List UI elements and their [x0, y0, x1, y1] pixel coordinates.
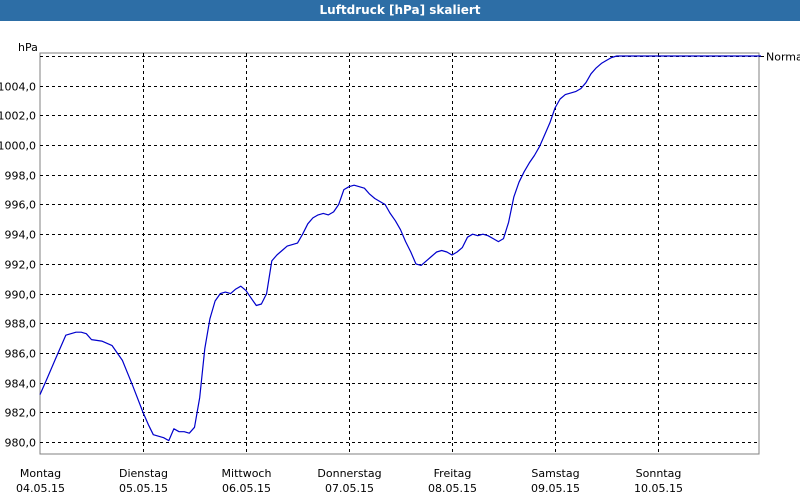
x-tick-day-label: Dienstag [119, 467, 168, 480]
y-tick-label: 986,0 [5, 348, 37, 361]
y-tick-label: 988,0 [5, 318, 37, 331]
y-tick-label: 992,0 [5, 259, 37, 272]
y-tick-label: 994,0 [5, 229, 37, 242]
x-tick-date-label: 04.05.15 [16, 482, 65, 495]
chart-title: Luftdruck [hPa] skaliert [0, 0, 800, 21]
plot-frame [39, 52, 760, 455]
y-tick-label: 984,0 [5, 378, 37, 391]
x-tick-date-label: 09.05.15 [531, 482, 580, 495]
pressure-series-line [39, 55, 761, 442]
x-tick-date-label: 07.05.15 [325, 482, 374, 495]
y-tick-label: 996,0 [5, 199, 37, 212]
y-tick-label: 982,0 [5, 407, 37, 420]
pressure-chart: 980,0 982,0 984,0 986,0 988,0 990,0 992,0 994,0… [0, 41, 800, 495]
y-tick-label: 990,0 [5, 289, 37, 302]
y-tick-label: 998,0 [5, 170, 37, 183]
y-tick-label: 980,0 [5, 437, 37, 450]
x-tick-day-label: Freitag [434, 467, 472, 480]
y-tick-label: 1000,0 [0, 140, 36, 153]
x-tick-day-label: Mittwoch [222, 467, 272, 480]
x-tick-date-label: 05.05.15 [119, 482, 168, 495]
x-tick-day-label: Montag [20, 467, 61, 480]
x-tick-day-label: Donnerstag [317, 467, 381, 480]
x-tick-day-label: Sonntag [636, 467, 682, 480]
x-tick-date-label: 06.05.15 [222, 482, 271, 495]
x-tick-date-label: 10.05.15 [634, 482, 683, 495]
x-tick-day-label: Samstag [531, 467, 579, 480]
y-axis-unit-label: hPa [18, 41, 38, 54]
y-tick-label: 1004,0 [0, 81, 36, 94]
reference-label-normal: Normal [766, 51, 800, 64]
x-tick-date-label: 08.05.15 [428, 482, 477, 495]
y-tick-label: 1002,0 [0, 110, 36, 123]
